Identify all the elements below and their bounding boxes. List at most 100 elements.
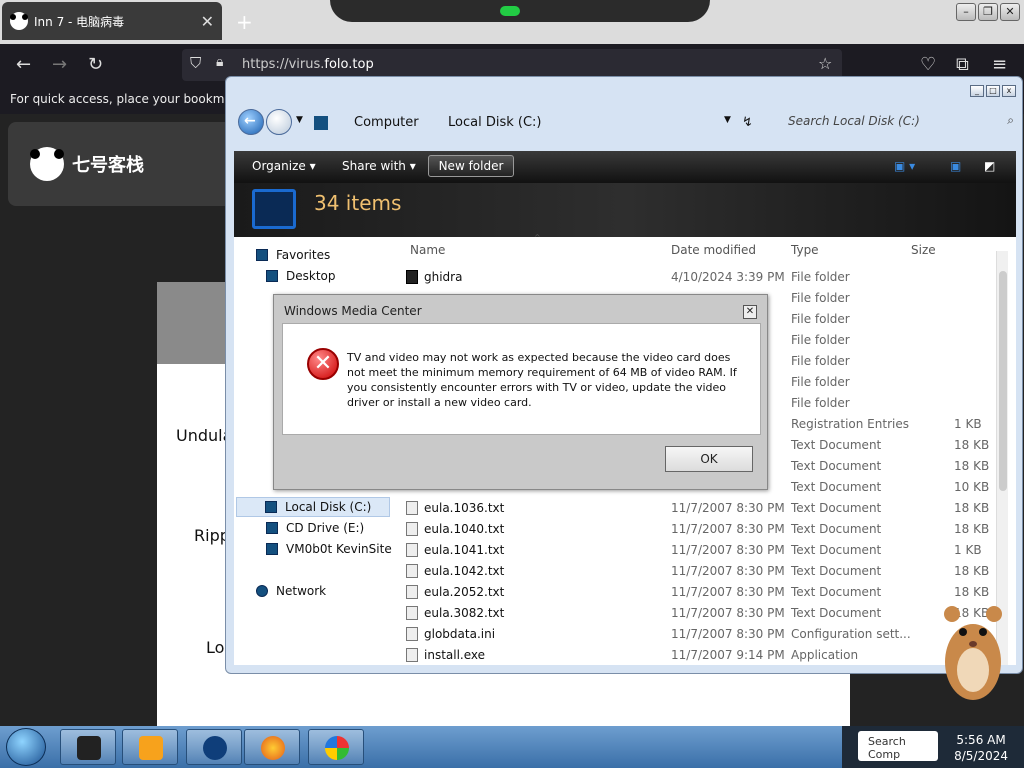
search-icon[interactable]: ⌕ <box>1007 113 1014 128</box>
nav-local-disk[interactable]: Local Disk (C:) <box>236 497 390 517</box>
site-header[interactable]: 七号客栈 <box>8 122 248 206</box>
back-button[interactable] <box>238 109 264 135</box>
nav-favorites[interactable]: Favorites <box>256 245 330 265</box>
table-row[interactable]: ghidra 4/10/2024 3:39 PM File folder <box>394 267 994 288</box>
explorer-close-button[interactable]: x <box>1002 85 1016 97</box>
reload-icon[interactable]: ↻ <box>88 54 103 75</box>
taskbar-firefox[interactable] <box>244 729 300 765</box>
url-domain: folo.top <box>324 57 374 72</box>
close-button[interactable]: ✕ <box>1000 3 1020 21</box>
table-row[interactable]: eula.1040.txt 11/7/2007 8:30 PM Text Docum… <box>394 519 994 540</box>
local-disk-icon <box>265 501 277 513</box>
dialog-close-button[interactable]: ✕ <box>743 305 757 319</box>
file-date: 11/7/2007 9:14 PM <box>671 648 785 662</box>
forward-arrow-icon[interactable]: → <box>52 54 67 75</box>
nav-desktop[interactable]: Desktop <box>266 266 336 286</box>
nav-vm-site[interactable]: VM0b0t KevinSite <box>266 539 392 559</box>
table-row[interactable]: eula.1042.txt 11/7/2007 8:30 PM Text Docum… <box>394 561 994 582</box>
file-icon <box>406 627 418 641</box>
file-icon <box>406 564 418 578</box>
page-text-undula[interactable]: Undula <box>176 426 232 445</box>
forward-button[interactable] <box>266 109 292 135</box>
lock-icon[interactable]: 🔒︎ <box>216 54 223 70</box>
file-type: Text Document <box>791 459 882 473</box>
column-name[interactable]: Name <box>410 243 445 257</box>
pocket-icon[interactable]: ♡ <box>920 54 936 75</box>
network-icon <box>256 585 268 597</box>
file-name: eula.1042.txt <box>424 564 505 578</box>
file-date: 4/10/2024 3:39 PM <box>671 270 785 284</box>
share-with-menu[interactable]: Share with ▾ <box>342 159 416 173</box>
taskbar-media-center[interactable] <box>186 729 242 765</box>
bookmark-star-icon[interactable]: ☆ <box>818 54 832 73</box>
column-size[interactable]: Size <box>911 243 936 257</box>
address-dropdown-icon[interactable]: ▼ <box>724 115 731 125</box>
explorer-maximize-button[interactable]: □ <box>986 85 1000 97</box>
view-options-icon[interactable]: ▣ ▾ <box>894 159 915 173</box>
search-input[interactable]: Search Local Disk (C:) ⌕ <box>780 111 1018 133</box>
url-text[interactable]: https://virus.folo.top <box>242 57 374 72</box>
minimize-button[interactable]: – <box>956 3 976 21</box>
tab-close-icon[interactable]: ✕ <box>201 12 214 31</box>
table-row[interactable]: eula.1041.txt 11/7/2007 8:30 PM Text Docum… <box>394 540 994 561</box>
nav-cd-drive[interactable]: CD Drive (E:) <box>266 518 364 538</box>
taskbar-windows[interactable] <box>308 729 364 765</box>
shield-icon[interactable]: ⛉ <box>190 54 201 72</box>
table-row[interactable]: install.exe 11/7/2007 9:14 PM Application <box>394 645 994 666</box>
breadcrumb-computer[interactable]: Computer <box>354 115 419 130</box>
file-type: Configuration sett... <box>791 627 911 641</box>
start-button[interactable] <box>6 728 46 766</box>
nav-cd-drive-label: CD Drive (E:) <box>286 521 365 535</box>
back-arrow-icon[interactable]: ← <box>16 54 31 75</box>
browser-tab[interactable]: Inn 7 - 电脑病毒 ✕ <box>2 2 222 40</box>
organize-menu[interactable]: Organize ▾ <box>252 159 316 173</box>
table-row[interactable]: eula.1036.txt 11/7/2007 8:30 PM Text Docum… <box>394 498 994 519</box>
column-date[interactable]: Date modified <box>671 243 756 257</box>
menu-icon[interactable]: ≡ <box>992 54 1007 75</box>
file-size: 1 KB <box>954 543 982 557</box>
file-name: eula.1036.txt <box>424 501 505 515</box>
file-type: File folder <box>791 354 850 368</box>
file-date: 11/7/2007 8:30 PM <box>671 543 785 557</box>
table-row[interactable]: globdata.ini 11/7/2007 8:30 PM Configurati… <box>394 624 994 645</box>
drive-icon <box>252 189 296 229</box>
taskbar-explorer[interactable] <box>60 729 116 765</box>
folder-icon <box>406 270 418 284</box>
file-icon <box>406 543 418 557</box>
page-text-lo[interactable]: Lo <box>206 638 224 657</box>
breadcrumb-local-disk[interactable]: Local Disk (C:) <box>448 115 541 130</box>
help-icon[interactable]: ◩ <box>984 159 995 173</box>
column-type[interactable]: Type <box>791 243 819 257</box>
tray-search[interactable]: Search Comp <box>858 731 938 761</box>
file-size: 18 KB <box>954 564 990 578</box>
url-prefix: https://virus. <box>242 57 325 72</box>
network-drive-icon <box>266 543 278 555</box>
refresh-icon[interactable]: ↯ <box>742 115 753 130</box>
extensions-icon[interactable]: ⧉ <box>956 54 969 75</box>
panda-favicon-icon <box>10 12 28 30</box>
table-row[interactable]: eula.2052.txt 11/7/2007 8:30 PM Text Docum… <box>394 582 994 603</box>
media-center-icon <box>203 736 227 760</box>
file-name: eula.1040.txt <box>424 522 505 536</box>
preview-pane-icon[interactable]: ▣ <box>950 159 961 173</box>
file-type: File folder <box>791 396 850 410</box>
hamster-mascot <box>944 606 1002 700</box>
explorer-window-controls: _ □ x <box>970 85 1016 97</box>
clock-date: 8/5/2024 <box>954 749 1008 763</box>
file-date: 11/7/2007 8:30 PM <box>671 585 785 599</box>
scrollbar-thumb[interactable] <box>999 271 1007 491</box>
nav-favorites-label: Favorites <box>276 248 331 262</box>
table-row[interactable]: eula.3082.txt 11/7/2007 8:30 PM Text Docum… <box>394 603 994 624</box>
new-folder-button[interactable]: New folder <box>428 155 514 177</box>
file-type: File folder <box>791 375 850 389</box>
dialog-body: ✕ TV and video may not work as expected … <box>282 323 761 435</box>
clock[interactable]: 5:56 AM 8/5/2024 <box>954 732 1008 764</box>
taskbar-media-player[interactable] <box>122 729 178 765</box>
new-tab-button[interactable]: + <box>236 10 253 34</box>
explorer-minimize-button[interactable]: _ <box>970 85 984 97</box>
clock-time: 5:56 AM <box>956 733 1006 747</box>
ok-button[interactable]: OK <box>665 446 753 472</box>
maximize-button[interactable]: ❐ <box>978 3 998 21</box>
nav-network[interactable]: Network <box>256 581 326 601</box>
history-dropdown-icon[interactable]: ▼ <box>296 115 303 125</box>
